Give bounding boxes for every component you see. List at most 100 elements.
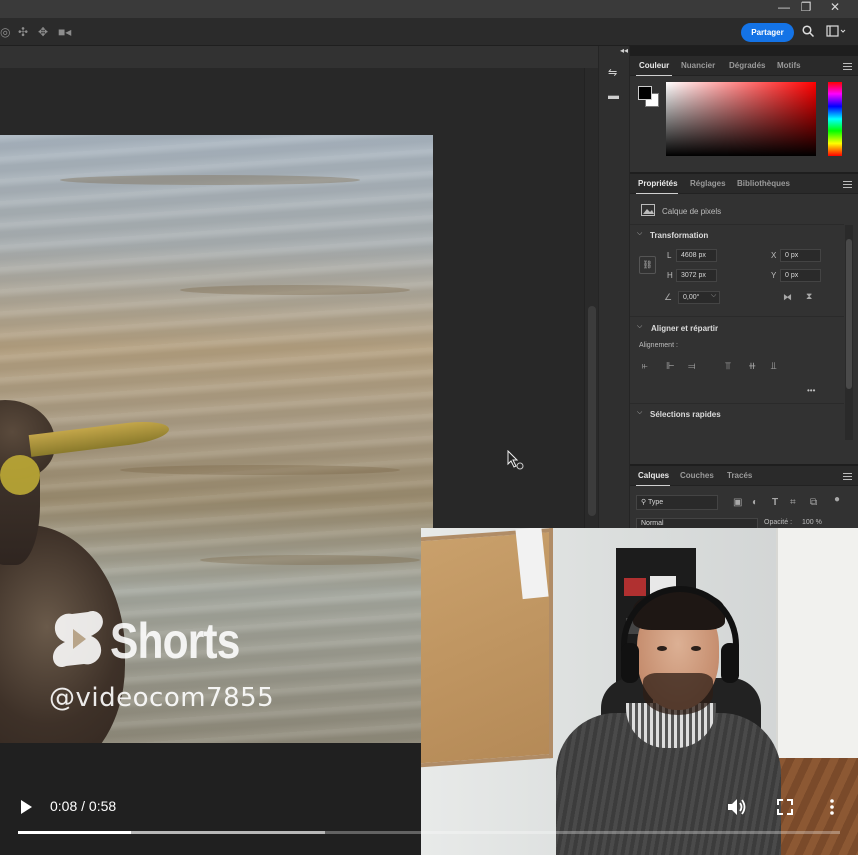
scrollbar-thumb[interactable] — [846, 239, 852, 389]
mouse-cursor-icon — [507, 449, 525, 477]
tab-traces[interactable]: Tracés — [727, 471, 752, 480]
channel-handle: @videocom7855 — [49, 683, 275, 713]
volume-icon[interactable] — [727, 798, 747, 821]
more-options-icon[interactable]: ••• — [807, 386, 815, 395]
tab-bibliotheques[interactable]: Bibliothèques — [737, 179, 790, 188]
tab-couleur[interactable]: Couleur — [639, 61, 669, 70]
flip-horizontal-icon[interactable]: ⧓ — [783, 292, 792, 303]
share-button[interactable]: Partager — [741, 23, 794, 42]
align-section-title[interactable]: Aligner et répartir — [651, 324, 718, 333]
height-label: H — [667, 271, 673, 280]
pan-3d-icon[interactable]: ✣ — [18, 26, 28, 38]
divider — [630, 224, 844, 225]
slide-3d-icon[interactable]: ✥ — [38, 26, 48, 38]
height-field[interactable]: 3072 px — [676, 269, 717, 282]
link-dimensions-icon[interactable]: ⛓ — [639, 256, 656, 274]
play-icon[interactable] — [19, 799, 33, 820]
pixel-layer-icon — [641, 204, 655, 219]
chevron-down-icon[interactable]: ⌵ — [637, 409, 642, 417]
quick-actions-section-title[interactable]: Sélections rapides — [650, 410, 721, 419]
properties-panel — [630, 174, 858, 464]
search-icon[interactable] — [802, 25, 815, 40]
color-picker-field[interactable] — [666, 82, 816, 156]
divider — [630, 316, 844, 317]
tab-nuancier[interactable]: Nuancier — [681, 61, 715, 70]
water-ripple — [60, 175, 360, 185]
x-field[interactable]: 0 px — [780, 249, 821, 262]
fullscreen-icon[interactable] — [777, 799, 793, 820]
scrollbar-thumb[interactable] — [588, 306, 596, 516]
options-bar: ◎ ✣ ✥ ■◂ — [0, 18, 858, 46]
properties-panel-tabs: Propriétés Réglages Bibliothèques — [630, 174, 858, 194]
hue-slider[interactable] — [828, 82, 842, 156]
shorts-logo-icon — [52, 610, 103, 668]
align-middle-vertical-icon[interactable]: ⧺ — [748, 361, 756, 372]
align-subtitle: Alignement : — [639, 342, 678, 349]
align-center-horizontal-icon[interactable]: ⊩ — [666, 361, 675, 372]
filter-pixel-icon[interactable]: ▣ — [733, 497, 742, 508]
headphone-earcup — [621, 643, 639, 683]
align-top-icon[interactable]: ⫪ — [725, 361, 731, 372]
close-icon[interactable]: ✕ — [823, 0, 847, 16]
foreground-color-swatch[interactable] — [638, 86, 652, 100]
camera-3d-icon[interactable]: ■◂ — [58, 26, 71, 38]
divider — [630, 403, 844, 404]
tab-degrades[interactable]: Dégradés — [729, 61, 765, 70]
tab-proprietes[interactable]: Propriétés — [638, 179, 678, 188]
search-icon: ⚲ — [641, 499, 648, 506]
tab-couches[interactable]: Couches — [680, 471, 714, 480]
filter-shape-icon[interactable]: ⌗ — [790, 497, 796, 508]
canvas-vertical-scrollbar[interactable] — [584, 68, 598, 528]
width-field[interactable]: 4608 px — [676, 249, 717, 262]
width-label: L — [667, 251, 672, 260]
layer-filter-label: Type — [647, 499, 664, 506]
minimize-icon[interactable]: — — [772, 0, 796, 16]
layers-panel-tabs: Calques Couches Tracés — [630, 466, 858, 486]
bird-cheek — [0, 455, 40, 495]
panel-menu-icon[interactable] — [843, 63, 852, 70]
filter-type-icon[interactable]: T — [772, 497, 778, 508]
filter-adjustment-icon[interactable]: ◐ — [752, 497, 758, 508]
orbit-3d-icon[interactable]: ◎ — [0, 26, 10, 38]
opacity-value[interactable]: 100 % — [802, 519, 822, 526]
filter-toggle-icon[interactable]: ● — [834, 494, 840, 505]
y-label: Y — [771, 271, 777, 280]
chevron-down-icon[interactable]: ⌵ — [637, 230, 642, 238]
active-tab-indicator — [636, 75, 672, 76]
align-left-icon[interactable]: ⫦ — [642, 361, 648, 372]
progress-bar[interactable] — [18, 831, 840, 834]
chevron-down-icon[interactable]: ⌵ — [711, 292, 716, 300]
layer-filter-select[interactable]: ⚲ Type — [636, 495, 718, 510]
history-icon[interactable]: ⇋ — [608, 66, 617, 79]
opacity-label: Opacité : — [764, 519, 793, 526]
more-options-icon[interactable] — [829, 798, 835, 821]
active-tab-indicator — [636, 485, 670, 486]
y-field[interactable]: 0 px — [780, 269, 821, 282]
door — [776, 528, 858, 778]
align-bottom-icon[interactable]: ⫫ — [771, 361, 777, 372]
properties-scrollbar[interactable] — [845, 225, 853, 440]
panel-menu-icon[interactable] — [843, 473, 852, 480]
tab-motifs[interactable]: Motifs — [777, 61, 801, 70]
flip-vertical-icon[interactable]: ⧗ — [806, 291, 812, 302]
active-tab-indicator — [636, 193, 678, 194]
shorts-brand-text: Shorts — [110, 613, 240, 669]
panel-menu-icon[interactable] — [843, 181, 852, 188]
collapse-panels-icon[interactable]: ◂◂ — [620, 46, 628, 55]
window-titlebar: — ❐ ✕ — [0, 0, 858, 18]
align-right-icon[interactable]: ⫤ — [688, 361, 696, 372]
color-panel-tabs: Couleur Nuancier Dégradés Motifs — [630, 56, 858, 76]
angle-icon: ∠ — [664, 292, 673, 302]
filter-smart-object-icon[interactable]: ⧉ — [810, 497, 817, 508]
tab-calques[interactable]: Calques — [638, 471, 669, 480]
document-tab-bar — [0, 46, 598, 68]
water-ripple — [200, 555, 420, 565]
transform-section-title[interactable]: Transformation — [650, 231, 708, 240]
restore-icon[interactable]: ❐ — [794, 0, 818, 16]
headphone-earcup — [721, 643, 739, 683]
water-ripple — [180, 285, 410, 295]
comments-icon[interactable]: ▬ — [608, 90, 619, 102]
workspace-icon[interactable] — [826, 25, 846, 40]
chevron-down-icon[interactable]: ⌵ — [637, 323, 642, 331]
tab-reglages[interactable]: Réglages — [690, 179, 726, 188]
